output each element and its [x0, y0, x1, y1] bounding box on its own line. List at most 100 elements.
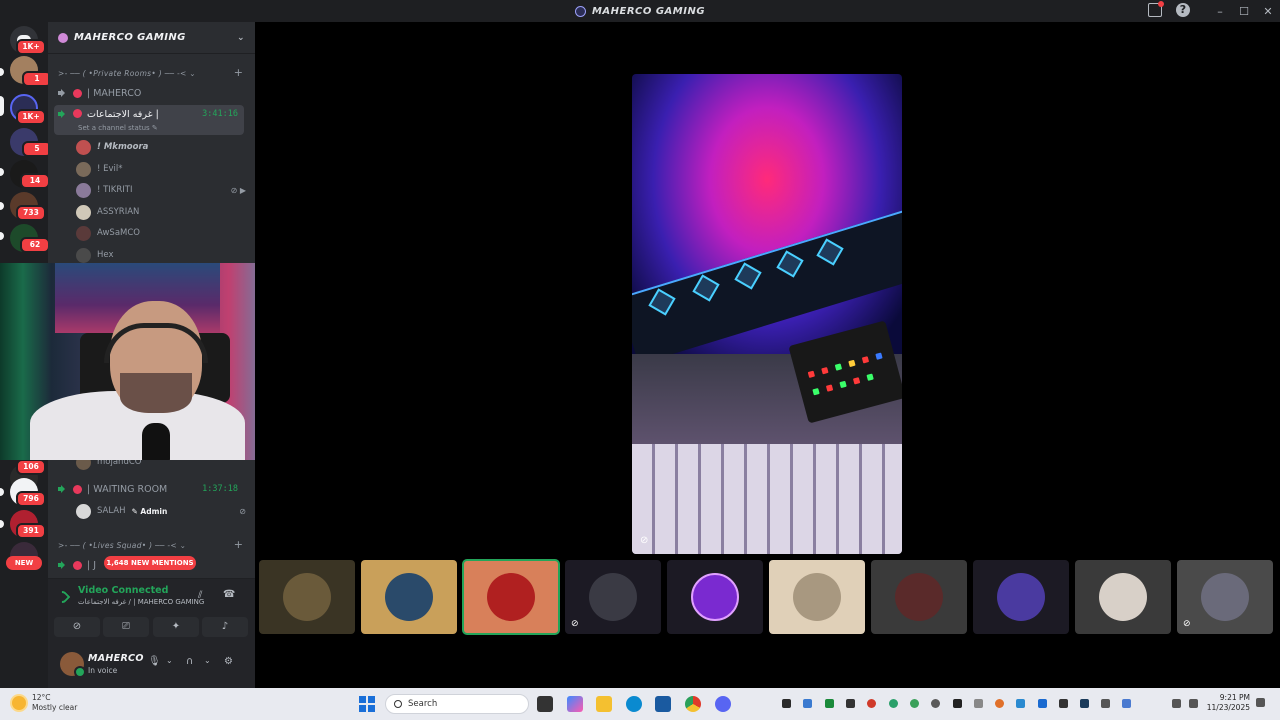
weather-widget[interactable]: 12°C Mostly clear — [12, 693, 77, 713]
voice-channel-path[interactable]: غرفه الاجتماعات / | MAHERCO GAMING — [78, 598, 204, 606]
camera-off-button[interactable]: ⊘ — [54, 617, 100, 637]
tray-app-icon[interactable] — [995, 699, 1004, 708]
tray-app-icon[interactable] — [889, 699, 898, 708]
user-panel: MAHERCO In voice 🎙︎ ⌄ ∩ ⌄ ⚙ — [48, 640, 255, 688]
tray-app-icon[interactable] — [1059, 699, 1068, 708]
soundboard-button[interactable]: ♪ — [202, 617, 248, 637]
discord-taskbar-icon[interactable] — [715, 696, 731, 712]
voice-connection-panel: Video Connected غرفه الاجتماعات / | MAHE… — [48, 578, 255, 640]
participant-tile[interactable] — [1075, 560, 1171, 634]
voice-member[interactable]: Hex — [76, 246, 246, 264]
disconnect-icon[interactable]: ☎ — [223, 589, 235, 600]
add-channel-icon[interactable]: + — [234, 66, 243, 79]
chrome-icon[interactable] — [685, 696, 701, 712]
unread-indicator — [0, 68, 4, 76]
store-icon[interactable] — [655, 696, 671, 712]
voice-member[interactable]: ! TIKRITI ⊘ ▶ — [76, 181, 246, 199]
tray-app-icon[interactable] — [825, 699, 834, 708]
voice-channel-waiting-room[interactable]: | WAITING ROOM 1:37:18 — [54, 479, 244, 499]
noise-suppression-icon[interactable]: ⫽ — [198, 590, 202, 601]
copilot-icon[interactable] — [567, 696, 583, 712]
voice-member[interactable]: AwSaMCO — [76, 224, 246, 242]
participant-tile[interactable] — [769, 560, 865, 634]
avatar — [997, 573, 1045, 621]
muted-mic-icon: ⊘ — [571, 619, 579, 629]
bluetooth-icon[interactable] — [1038, 699, 1047, 708]
minimize-icon[interactable]: – — [1208, 5, 1232, 18]
add-channel-icon[interactable]: + — [234, 538, 243, 551]
tray-app-icon[interactable] — [931, 699, 940, 708]
channel-emoji-icon — [73, 560, 82, 570]
edge-icon[interactable] — [626, 696, 642, 712]
voice-member[interactable]: ! Mkmoora — [76, 138, 246, 156]
category-private-rooms[interactable]: >- ── ( •Private Rooms• ) ── -< ⌄ — [58, 69, 196, 78]
voice-member[interactable]: ! Evil* — [76, 160, 246, 178]
taskbar-search[interactable]: Search — [385, 694, 529, 714]
start-button[interactable] — [359, 696, 375, 712]
new-mentions-pill[interactable]: 1,648 NEW MENTIONS — [104, 556, 196, 570]
new-unreads-pill[interactable]: NEW — [6, 556, 42, 570]
muted-icon: ⊘ ▶ — [230, 185, 246, 195]
participant-tile[interactable]: ⊘ — [1177, 560, 1273, 634]
guild-name: MAHERCO GAMING — [74, 32, 186, 43]
network-icon[interactable] — [1172, 699, 1181, 708]
microphone-icon[interactable]: 🎙︎ — [148, 656, 161, 667]
channel-status-link[interactable]: Set a channel status ✎ — [78, 124, 158, 132]
close-icon[interactable]: ✕ — [1256, 5, 1280, 18]
participant-tile[interactable] — [871, 560, 967, 634]
tray-app-icon[interactable] — [910, 699, 919, 708]
participant-tile-speaking[interactable] — [462, 559, 560, 635]
windows-logo-icon — [368, 696, 375, 703]
speaker-icon — [58, 484, 68, 494]
speaker-icon — [58, 109, 68, 119]
taskbar-clock[interactable]: 9:21 PM 11/23/2025 — [1207, 693, 1250, 713]
participant-tile[interactable] — [361, 560, 457, 634]
inbox-icon[interactable] — [1148, 1, 1164, 17]
tray-app-icon[interactable] — [803, 699, 812, 708]
voice-channel-maherco[interactable]: | MAHERCO — [54, 83, 244, 103]
share-screen-button[interactable]: ⎚ — [103, 617, 149, 637]
participant-tile[interactable] — [973, 560, 1069, 634]
avatar — [76, 503, 91, 519]
tray-app-icon[interactable] — [1101, 699, 1110, 708]
voice-status[interactable]: Video Connected — [78, 585, 168, 596]
tray-app-icon[interactable] — [867, 699, 876, 708]
participant-tile[interactable] — [259, 560, 355, 634]
settings-gear-icon[interactable]: ⚙ — [224, 656, 233, 667]
chevron-down-icon[interactable]: ⌄ — [204, 656, 211, 665]
help-icon[interactable]: ? — [1176, 3, 1190, 17]
window-controls: – ☐ ✕ — [1208, 0, 1280, 22]
title-bar-icons: ? — [1148, 1, 1190, 17]
focused-video-stream[interactable]: ⊘ — [632, 74, 902, 554]
windows-taskbar: 12°C Mostly clear Search 9:21 PM 11/23/2… — [0, 688, 1280, 720]
activities-button[interactable]: ✦ — [153, 617, 199, 637]
chevron-down-icon[interactable]: ⌄ — [166, 656, 173, 665]
tray-app-icon[interactable] — [953, 699, 962, 708]
participant-tile[interactable] — [667, 560, 763, 634]
server-badge: 106 — [16, 459, 46, 475]
task-view-icon[interactable] — [537, 696, 553, 712]
category-lives-squad[interactable]: >- ── ( •Lives Squad• ) ── -< ⌄ — [58, 541, 186, 550]
headphones-icon[interactable]: ∩ — [186, 656, 193, 667]
discord-app: MAHERCO GAMING ? – ☐ ✕ 1K+ 1 1K+ 5 14 73… — [0, 0, 1280, 720]
voice-member[interactable]: SALAH ✎ Admin ⊘ — [76, 502, 246, 520]
steam-icon[interactable] — [1080, 699, 1089, 708]
server-badge: 62 — [20, 237, 50, 253]
maximize-icon[interactable]: ☐ — [1232, 5, 1256, 18]
microphone-tray-icon[interactable] — [1122, 699, 1131, 708]
channel-timer: 3:41:16 — [202, 109, 238, 119]
notifications-icon[interactable] — [1256, 698, 1265, 707]
file-explorer-icon[interactable] — [596, 696, 612, 712]
voice-member[interactable]: ASSYRIAN — [76, 203, 246, 221]
avatar[interactable] — [60, 652, 86, 678]
participant-tile[interactable]: ⊘ — [565, 560, 661, 634]
guild-header[interactable]: MAHERCO GAMING ⌄ — [48, 22, 255, 54]
volume-icon[interactable] — [1189, 699, 1198, 708]
tray-app-icon[interactable] — [846, 699, 855, 708]
tray-app-icon[interactable] — [782, 699, 791, 708]
muted-mic-icon: ⊘ — [1183, 619, 1191, 629]
guild-logo-icon — [58, 32, 68, 43]
username[interactable]: MAHERCO — [88, 653, 144, 664]
tray-app-icon[interactable] — [1016, 699, 1025, 708]
tray-app-icon[interactable] — [974, 699, 983, 708]
